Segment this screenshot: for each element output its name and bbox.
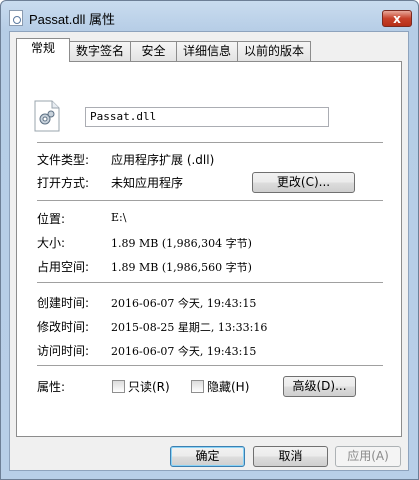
modified-label: 修改时间: bbox=[37, 320, 90, 334]
readonly-label[interactable]: 只读(R) bbox=[128, 378, 170, 395]
hidden-checkbox[interactable] bbox=[191, 380, 204, 393]
tab-previous-versions[interactable]: 以前的版本 bbox=[237, 41, 311, 61]
apply-button[interactable]: 应用(A) bbox=[335, 446, 401, 467]
dll-file-icon bbox=[34, 100, 60, 132]
attributes-label: 属性: bbox=[37, 380, 66, 394]
tab-security[interactable]: 安全 bbox=[130, 41, 177, 61]
properties-dialog: Passat.dll 属性 x 常规 数字签名 安全 详细信息 以前的版本 Pa… bbox=[0, 0, 419, 480]
ok-button[interactable]: 确定 bbox=[170, 446, 245, 467]
file-type-label: 文件类型: bbox=[37, 153, 90, 167]
created-value: 2016-06-07 今天, 19:43:15 bbox=[111, 297, 257, 310]
hidden-label[interactable]: 隐藏(H) bbox=[207, 378, 249, 395]
open-with-value: 未知应用程序 bbox=[111, 176, 184, 190]
tab-general[interactable]: 常规 bbox=[16, 38, 70, 62]
window-title: Passat.dll 属性 bbox=[29, 12, 115, 27]
accessed-value: 2016-06-07 今天, 19:43:15 bbox=[111, 345, 257, 358]
location-value: E:\ bbox=[111, 211, 127, 224]
tab-digital-signatures[interactable]: 数字签名 bbox=[69, 41, 131, 61]
readonly-checkbox[interactable] bbox=[112, 380, 125, 393]
file-type-value: 应用程序扩展 (.dll) bbox=[111, 153, 215, 167]
size-on-disk-label: 占用空间: bbox=[37, 260, 90, 274]
advanced-button[interactable]: 高级(D)... bbox=[283, 376, 356, 397]
modified-value: 2015-08-25 星期二, 13:33:16 bbox=[111, 321, 268, 334]
separator bbox=[37, 365, 383, 366]
dialog-body: 常规 数字签名 安全 详细信息 以前的版本 Passat.dll 文件类型: 应… bbox=[9, 31, 409, 471]
change-button[interactable]: 更改(C)... bbox=[252, 172, 355, 193]
file-name-field[interactable]: Passat.dll bbox=[85, 107, 329, 127]
cancel-button[interactable]: 取消 bbox=[253, 446, 328, 467]
tab-details[interactable]: 详细信息 bbox=[176, 41, 238, 61]
separator bbox=[37, 142, 383, 143]
size-label: 大小: bbox=[37, 236, 66, 250]
close-button[interactable]: x bbox=[382, 10, 412, 27]
created-label: 创建时间: bbox=[37, 296, 90, 310]
location-label: 位置: bbox=[37, 212, 66, 226]
size-on-disk-value: 1.89 MB (1,986,560 字节) bbox=[111, 261, 252, 274]
title-bar[interactable]: Passat.dll 属性 x bbox=[1, 1, 418, 33]
general-panel: Passat.dll 文件类型: 应用程序扩展 (.dll) 打开方式: 未知应… bbox=[16, 61, 402, 437]
size-value: 1.89 MB (1,986,304 字节) bbox=[111, 237, 252, 250]
file-icon bbox=[9, 10, 23, 26]
separator bbox=[37, 200, 383, 201]
open-with-label: 打开方式: bbox=[37, 176, 90, 190]
separator bbox=[37, 282, 383, 283]
accessed-label: 访问时间: bbox=[37, 344, 90, 358]
